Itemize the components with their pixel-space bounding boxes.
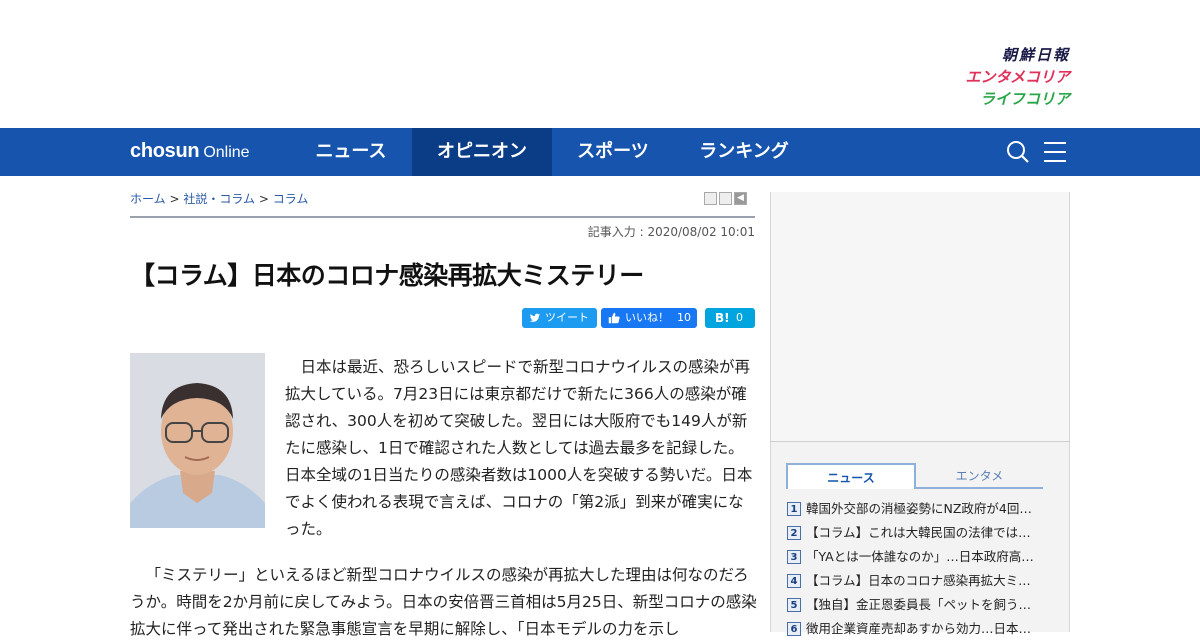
logo-regular-text: Online — [203, 144, 250, 161]
breadcrumb-separator: > — [169, 192, 180, 206]
ranking-item-title: 「YAとは一体誰なのか」…日本政府高… — [806, 549, 1034, 564]
tab-news[interactable]: ニュース — [786, 463, 916, 489]
ranking-item[interactable]: 2 【コラム】これは大韓民国の法律では… — [787, 522, 1052, 546]
nav-sports[interactable]: スポーツ — [555, 128, 671, 176]
thumbs-up-icon — [608, 312, 620, 324]
nav-news[interactable]: ニュース — [292, 128, 410, 176]
author-portrait-image — [130, 353, 265, 528]
article-paragraph: 「ミステリー」といえるほど新型コロナウイルスの感染が再拡大した理由は何なのだろう… — [130, 566, 757, 638]
tab-entame[interactable]: エンタメ — [916, 463, 1043, 489]
rank-number-badge: 6 — [787, 622, 801, 636]
print-icon[interactable] — [704, 192, 717, 205]
ranking-tabs: ニュース エンタメ — [786, 463, 1044, 489]
like-label: いいね！ — [625, 311, 669, 324]
ranking-item[interactable]: 3 「YAとは一体誰なのか」…日本政府高… — [787, 546, 1052, 570]
breadcrumb-section[interactable]: 社説・コラム — [183, 192, 255, 206]
ad-slot — [771, 192, 1069, 442]
ranking-item[interactable]: 4 【コラム】日本のコロナ感染再拡大ミ… — [787, 570, 1052, 594]
article-tools: ◀ — [704, 192, 749, 211]
author-photo — [130, 353, 265, 528]
ranking-item-title: 徴用企業資産売却あすから効力…日本… — [806, 621, 1032, 636]
rank-number-badge: 1 — [787, 502, 801, 516]
sidebar: ニュース エンタメ 1 韓国外交部の消極姿勢にNZ政府が4回… 2 【コラム】これは… — [770, 192, 1070, 636]
logo-bold-text: chosun — [130, 140, 200, 162]
breadcrumb-home[interactable]: ホーム — [130, 192, 166, 206]
like-count: 10 — [677, 311, 691, 324]
ranking-item-title: 韓国外交部の消極姿勢にNZ政府が4回… — [806, 501, 1032, 516]
menu-icon[interactable] — [1043, 140, 1067, 164]
tweet-button[interactable]: ツイート — [522, 308, 597, 328]
article-lead-paragraph: 日本は最近、恐ろしいスピードで新型コロナウイルスの感染が再拡大している。7月23… — [285, 358, 753, 538]
breadcrumb: ホーム > 社説・コラム > コラム — [130, 190, 308, 207]
nav-opinion[interactable]: オピニオン — [412, 128, 552, 176]
ranking-item-title: 【コラム】これは大韓民国の法律では… — [806, 525, 1031, 540]
tweet-label: ツイート — [545, 311, 589, 324]
text-size-icon[interactable] — [719, 192, 732, 205]
rank-number-badge: 5 — [787, 598, 801, 612]
search-icon[interactable] — [1006, 140, 1030, 164]
top-header: 朝鮮日報 エンタメコリア ライフコリア — [0, 0, 1200, 128]
ranking-item[interactable]: 1 韓国外交部の消極姿勢にNZ政府が4回… — [787, 498, 1052, 522]
chosun-ilbo-link[interactable]: 朝鮮日報 — [965, 44, 1070, 66]
entame-korea-link[interactable]: エンタメコリア — [965, 66, 1070, 88]
breadcrumb-separator: > — [258, 192, 269, 206]
article-title: 【コラム】日本のコロナ感染再拡大ミステリー — [130, 261, 644, 290]
breadcrumb-current[interactable]: コラム — [273, 192, 309, 206]
ranking-list: 1 韓国外交部の消極姿勢にNZ政府が4回… 2 【コラム】これは大韓民国の法律では…… — [787, 498, 1052, 642]
twitter-bird-icon — [529, 313, 541, 322]
rank-number-badge: 4 — [787, 574, 801, 588]
ranking-item[interactable]: 6 徴用企業資産売却あすから効力…日本… — [787, 618, 1052, 642]
title-divider — [130, 216, 755, 218]
site-logo[interactable]: chosun Online — [130, 140, 250, 163]
rank-number-badge: 2 — [787, 526, 801, 540]
hatena-count: 0 — [736, 311, 743, 324]
ranking-item-title: 【独自】金正恩委員長「ペットを飼う… — [806, 597, 1032, 612]
hatena-bookmark-button[interactable]: B! 0 — [705, 308, 755, 328]
main-navbar: chosun Online ニュース オピニオン スポーツ ランキング — [0, 128, 1200, 176]
ranking-item-title: 【コラム】日本のコロナ感染再拡大ミ… — [806, 573, 1031, 588]
facebook-like-button[interactable]: いいね！ 10 — [601, 308, 697, 328]
life-korea-link[interactable]: ライフコリア — [965, 88, 1070, 110]
rank-number-badge: 3 — [787, 550, 801, 564]
brand-links: 朝鮮日報 エンタメコリア ライフコリア — [965, 44, 1070, 110]
back-arrow-icon[interactable]: ◀ — [734, 192, 747, 205]
article-dateline: 記事入力 : 2020/08/02 10:01 — [587, 225, 755, 239]
hatena-bookmark-icon: B! — [715, 311, 730, 325]
nav-ranking[interactable]: ランキング — [680, 128, 808, 176]
ranking-item[interactable]: 5 【独自】金正恩委員長「ペットを飼う… — [787, 594, 1052, 618]
